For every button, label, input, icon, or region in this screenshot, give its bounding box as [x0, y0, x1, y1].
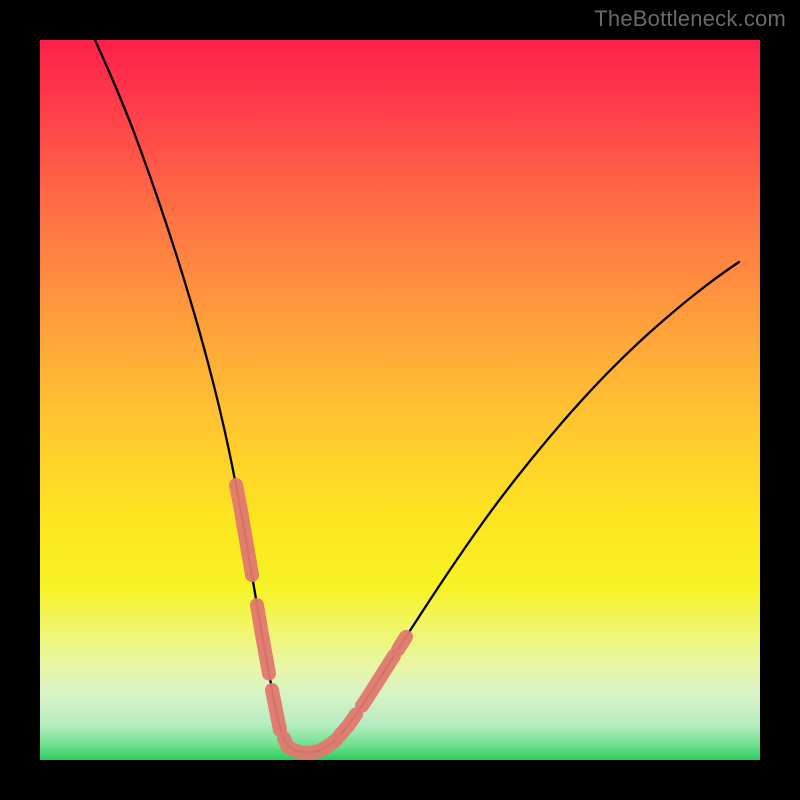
bottleneck-curve — [95, 40, 739, 753]
chart-svg — [40, 40, 760, 760]
overlay-band-segment — [340, 714, 356, 735]
overlay-band-segment — [398, 637, 406, 650]
overlay-band-segment — [284, 739, 336, 753]
overlay-band-segment — [272, 690, 280, 730]
watermark-text: TheBottleneck.com — [594, 6, 786, 32]
overlay-band-segment — [236, 485, 252, 575]
chart-container: TheBottleneck.com — [0, 0, 800, 800]
plot-area — [40, 40, 760, 760]
overlay-band-segment — [257, 605, 269, 674]
overlay-band-segment — [362, 656, 394, 706]
overlay-band-group — [236, 485, 406, 753]
